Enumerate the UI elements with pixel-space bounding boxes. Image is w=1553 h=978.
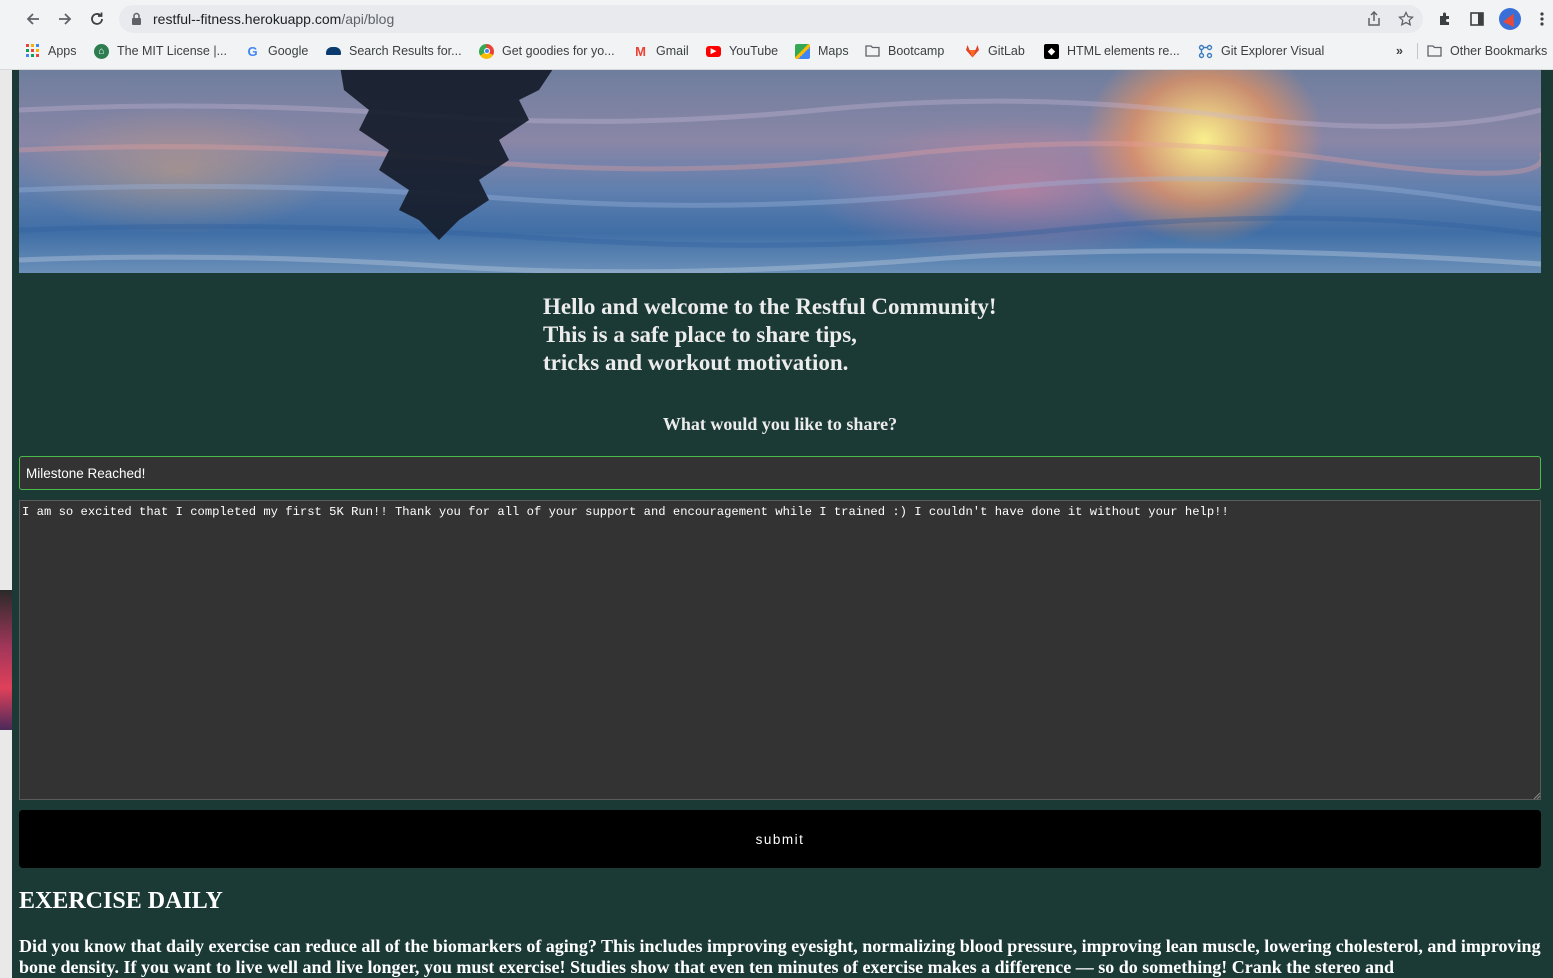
blog-post-body: Did you know that daily exercise can red… [19,936,1541,977]
search-results-favicon-icon [326,47,341,55]
bookmark-label: Get goodies for yo... [502,44,615,58]
hero-image-sunset-water [19,70,1541,273]
bookmark-label: Google [268,44,309,58]
bookmark-get-goodies[interactable]: Get goodies for yo... [479,42,615,60]
share-prompt-heading: What would you like to share? [662,414,898,434]
arrow-right-icon [59,13,72,25]
html-elements-favicon-icon: ◆ [1044,43,1059,59]
url-host: restful--fitness.herokuapp.com [153,11,342,27]
bookmark-git-explorer[interactable]: Git Explorer Visual [1198,42,1324,60]
browser-chrome: restful--fitness.herokuapp.com/api/blog … [0,0,1553,70]
bookmark-label: Gmail [656,44,689,58]
side-panel-icon[interactable] [1466,8,1488,30]
other-bookmarks-folder[interactable]: Other Bookmarks [1427,42,1547,60]
bookmark-label: Search Results for... [349,44,462,58]
chrome-favicon-icon [479,43,494,59]
bookmark-mit-license[interactable]: ⌂ The MIT License |... [94,42,227,60]
bookmark-label: GitLab [988,44,1025,58]
bookmark-search-results[interactable]: Search Results for... [326,42,462,60]
bookmark-star-icon[interactable] [1396,9,1416,29]
welcome-line: This is a safe place to share tips, [543,322,857,347]
gitlab-favicon-icon [965,44,980,59]
reload-icon [91,12,103,25]
bookmark-maps[interactable]: Maps [795,42,849,60]
lock-icon [131,12,142,31]
bookmark-bootcamp-folder[interactable]: Bootcamp [865,42,944,60]
bookmark-youtube[interactable]: ▶ YouTube [706,42,778,60]
bookmark-label: Maps [818,44,849,58]
browser-toolbar: restful--fitness.herokuapp.com/api/blog [0,0,1553,38]
post-body-textarea[interactable]: I am so excited that I completed my firs… [19,500,1541,800]
background-window-edge [0,70,12,978]
bookmark-label: Git Explorer Visual [1221,44,1325,58]
maps-favicon-icon [795,43,810,59]
blog-page: Hello and welcome to the Restful Communi… [12,70,1553,978]
forward-button[interactable] [53,7,77,31]
arrow-left-icon [26,13,39,25]
browser-menu-icon[interactable] [1531,8,1553,30]
bookmarks-overflow-button[interactable]: » [1396,42,1403,60]
bookmark-apps[interactable]: Apps [25,42,77,60]
water-ripples-graphic [19,98,1541,273]
google-favicon-icon: G [247,43,258,59]
reload-button[interactable] [85,7,109,31]
apps-grid-icon [25,44,40,59]
folder-icon [865,44,880,59]
folder-icon [1427,44,1442,59]
git-explorer-favicon-icon [1198,44,1213,59]
page-scrollbar[interactable] [1541,70,1553,978]
bookmark-label: Apps [48,44,77,58]
youtube-favicon-icon: ▶ [706,45,721,57]
mit-license-favicon-icon: ⌂ [94,43,109,59]
welcome-message: Hello and welcome to the Restful Communi… [543,293,997,377]
bookmark-label: HTML elements re... [1067,44,1180,58]
address-bar[interactable]: restful--fitness.herokuapp.com/api/blog [119,5,1423,33]
bookmarks-divider [1417,43,1418,59]
bookmark-label: The MIT License |... [117,44,228,58]
profile-avatar[interactable] [1499,8,1521,30]
resize-handle-icon[interactable] [1531,790,1541,800]
bookmark-gitlab[interactable]: GitLab [965,42,1025,60]
welcome-line: tricks and workout motivation. [543,350,849,375]
bookmarks-bar: Apps ⌂ The MIT License |... G Google Sea… [0,38,1553,64]
url-text: restful--fitness.herokuapp.com/api/blog [153,11,394,27]
bookmark-google[interactable]: G Google [245,42,308,60]
submit-button[interactable]: submit [19,810,1541,868]
bookmark-html-elements[interactable]: ◆ HTML elements re... [1044,42,1180,60]
bookmark-label: Bootcamp [888,44,945,58]
chevron-double-right-icon: » [1396,44,1403,58]
back-button[interactable] [21,7,45,31]
url-path: /api/blog [341,11,395,27]
welcome-line: Hello and welcome to the Restful Communi… [543,294,997,319]
bookmark-gmail[interactable]: M Gmail [633,42,689,60]
gmail-favicon-icon: M [635,43,646,59]
blog-post-title: EXERCISE DAILY [19,888,223,914]
post-title-input[interactable] [19,456,1541,490]
share-icon[interactable] [1364,9,1384,29]
silhouette-reflection-graphic [340,70,553,240]
bookmark-label: YouTube [729,44,779,58]
extensions-puzzle-icon[interactable] [1434,8,1456,30]
background-window-image [0,590,12,730]
bookmark-label: Other Bookmarks [1450,44,1548,58]
